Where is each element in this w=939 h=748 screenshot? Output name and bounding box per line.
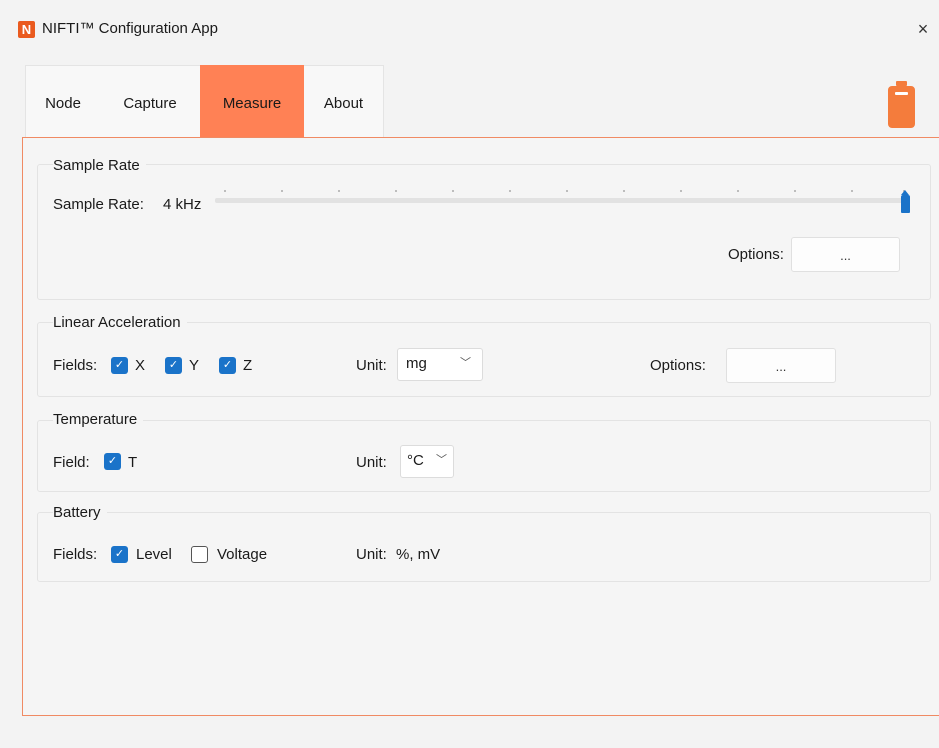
window-title: NIFTI™ Configuration App	[42, 20, 218, 37]
battery-title: Battery	[53, 504, 107, 521]
app-logo-icon: N	[18, 21, 35, 38]
sample-rate-label: Sample Rate:	[53, 196, 144, 213]
close-button[interactable]: ×	[911, 16, 935, 42]
z-label: Z	[243, 357, 253, 374]
tab-capture[interactable]: Capture	[100, 65, 200, 137]
acceleration-fields-label: Fields:	[53, 357, 98, 374]
sample-rate-slider-thumb[interactable]	[901, 190, 910, 213]
temperature-title: Temperature	[53, 411, 144, 428]
measure-panel: Sample Rate Sample Rate: 4 kHz Options: …	[22, 137, 939, 716]
t-checkbox[interactable]: ✓	[104, 453, 121, 470]
sample-rate-value: 4 kHz	[163, 196, 202, 213]
voltage-label: Voltage	[217, 546, 268, 563]
t-label: T	[128, 454, 138, 471]
slider-tick	[737, 190, 739, 192]
slider-tick	[680, 190, 682, 192]
y-label: Y	[189, 357, 200, 374]
acceleration-options-button[interactable]: ...	[726, 348, 836, 383]
sample-rate-options-label: Options:	[728, 246, 784, 263]
slider-tick	[509, 190, 511, 192]
battery-unit-value: %, mV	[396, 546, 441, 563]
slider-tick	[851, 190, 853, 192]
voltage-checkbox[interactable]	[191, 546, 208, 563]
linear-acceleration-title: Linear Acceleration	[53, 314, 187, 331]
slider-tick	[623, 190, 625, 192]
x-checkbox[interactable]: ✓	[111, 357, 128, 374]
title-bar: N NIFTI™ Configuration App ×	[0, 12, 939, 48]
x-label: X	[135, 357, 146, 374]
battery-fields-label: Fields:	[53, 546, 98, 563]
slider-tick	[395, 190, 397, 192]
tab-measure[interactable]: Measure	[200, 65, 304, 137]
tab-about[interactable]: About	[304, 65, 384, 137]
acceleration-unit-select[interactable]: mg ﹀	[397, 348, 483, 381]
sample-rate-group	[37, 164, 931, 300]
temperature-field-label: Field:	[53, 454, 90, 471]
slider-tick	[566, 190, 568, 192]
tab-bar: Node Capture Measure About	[25, 65, 384, 137]
level-checkbox[interactable]: ✓	[111, 546, 128, 563]
slider-tick	[794, 190, 796, 192]
temperature-unit-label: Unit:	[356, 454, 387, 471]
slider-tick	[452, 190, 454, 192]
slider-tick	[224, 190, 226, 192]
battery-icon	[888, 81, 915, 128]
tab-node[interactable]: Node	[25, 65, 100, 137]
slider-tick	[281, 190, 283, 192]
app-window: N NIFTI™ Configuration App × Node Captur…	[0, 0, 939, 748]
chevron-down-icon: ﹀	[460, 357, 471, 369]
slider-tick	[338, 190, 340, 192]
acceleration-options-label: Options:	[650, 357, 706, 374]
temperature-unit-select[interactable]: °C ﹀	[400, 445, 454, 478]
sample-rate-title: Sample Rate	[53, 157, 146, 174]
battery-unit-label: Unit:	[356, 546, 387, 563]
acceleration-unit-label: Unit:	[356, 357, 387, 374]
temperature-group	[37, 420, 931, 492]
y-checkbox[interactable]: ✓	[165, 357, 182, 374]
acceleration-unit-value: mg	[406, 355, 427, 372]
sample-rate-slider-track[interactable]	[215, 198, 907, 203]
level-label: Level	[136, 546, 172, 563]
sample-rate-options-button[interactable]: ...	[791, 237, 900, 272]
chevron-down-icon: ﹀	[436, 454, 447, 466]
temperature-unit-value: °C	[407, 452, 424, 469]
z-checkbox[interactable]: ✓	[219, 357, 236, 374]
